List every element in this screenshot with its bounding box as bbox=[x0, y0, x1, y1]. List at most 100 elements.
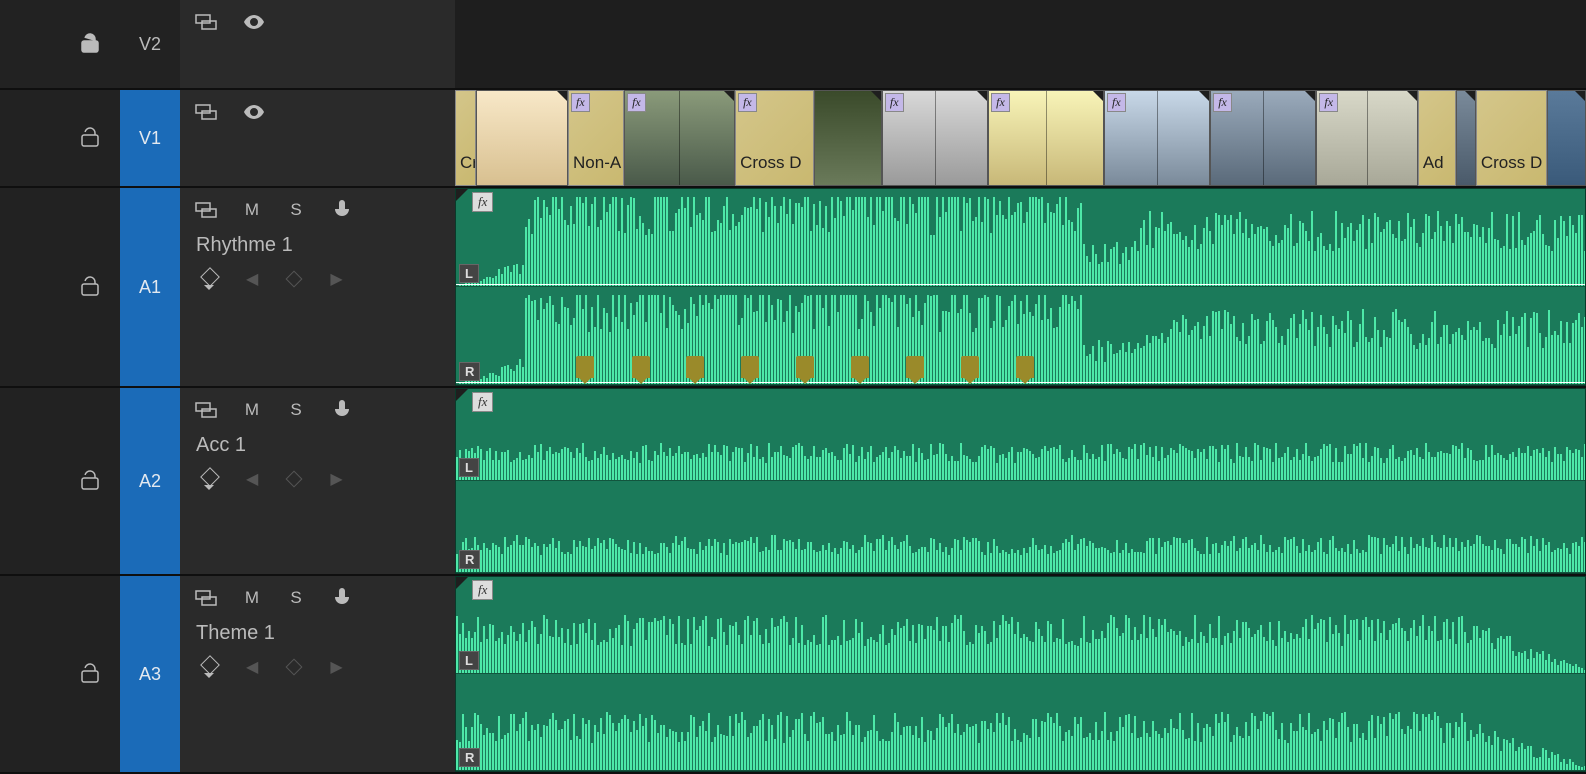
track-name: Acc 1 bbox=[194, 434, 441, 457]
clip-marker[interactable] bbox=[741, 356, 759, 378]
track-row-a2: A2 M S Acc 1 ◀ ▶ bbox=[0, 388, 1586, 576]
transition-clip[interactable]: fx Cross D bbox=[735, 90, 814, 186]
track-controls-v2 bbox=[180, 0, 455, 88]
clip-marker[interactable] bbox=[632, 356, 650, 378]
transition-clip[interactable]: Cross D bbox=[1476, 90, 1547, 186]
video-clip[interactable]: fx bbox=[988, 90, 1104, 186]
fx-badge[interactable]: fx bbox=[472, 392, 493, 412]
add-keyframe-icon[interactable] bbox=[286, 471, 303, 488]
solo-button[interactable]: S bbox=[286, 400, 306, 420]
clip-label: Cross D bbox=[1481, 153, 1542, 173]
track-label: A1 bbox=[139, 277, 161, 298]
track-label: A2 bbox=[139, 471, 161, 492]
fx-badge[interactable]: fx bbox=[738, 93, 757, 112]
lock-icon[interactable] bbox=[78, 662, 102, 686]
mute-button[interactable]: M bbox=[242, 400, 262, 420]
track-controls-a3: M S Theme 1 ◀ ▶ bbox=[180, 576, 455, 772]
next-keyframe-icon[interactable]: ▶ bbox=[330, 469, 342, 489]
sync-lock-icon[interactable] bbox=[194, 586, 218, 610]
lock-column bbox=[0, 90, 120, 186]
fx-badge[interactable]: fx bbox=[627, 93, 646, 112]
fx-badge[interactable]: fx bbox=[1107, 93, 1126, 112]
track-controls-a2: M S Acc 1 ◀ ▶ bbox=[180, 388, 455, 574]
track-content-a2[interactable]: fx L R bbox=[455, 388, 1586, 574]
video-clip[interactable]: fx bbox=[882, 90, 988, 186]
clip-marker[interactable] bbox=[906, 356, 924, 378]
fx-badge[interactable]: fx bbox=[472, 192, 493, 212]
track-content-a1[interactable]: fx L R bbox=[455, 188, 1586, 386]
transition-clip[interactable]: Ad bbox=[1418, 90, 1457, 186]
keyframe-mode-icon[interactable] bbox=[202, 470, 216, 488]
track-content-v1[interactable]: CrofxNon-AfxfxCross DfxfxfxfxfxAdCross D bbox=[455, 90, 1586, 186]
clip-marker[interactable] bbox=[686, 356, 704, 378]
lock-icon[interactable] bbox=[78, 32, 102, 56]
track-source-toggle-a1[interactable]: A1 bbox=[120, 188, 180, 386]
video-clip[interactable] bbox=[1547, 90, 1586, 186]
timeline-panel: V2 V1 bbox=[0, 0, 1586, 774]
clip-marker[interactable] bbox=[796, 356, 814, 378]
track-content-a3[interactable]: fx L R bbox=[455, 576, 1586, 772]
transition-clip[interactable]: Cro bbox=[455, 90, 476, 186]
prev-keyframe-icon[interactable]: ◀ bbox=[246, 469, 258, 489]
sync-lock-icon[interactable] bbox=[194, 398, 218, 422]
eye-icon[interactable] bbox=[242, 100, 266, 124]
video-clip[interactable]: fx bbox=[1210, 90, 1316, 186]
track-source-toggle-a2[interactable]: A2 bbox=[120, 388, 180, 574]
add-keyframe-icon[interactable] bbox=[286, 271, 303, 288]
sync-lock-icon[interactable] bbox=[194, 100, 218, 124]
clip-label: Cross D bbox=[740, 153, 801, 173]
keyframe-controls: ◀ ▶ bbox=[194, 469, 441, 489]
fx-badge[interactable]: fx bbox=[472, 580, 493, 600]
video-clip[interactable]: fx bbox=[1104, 90, 1210, 186]
audio-clip-a3[interactable]: fx L R bbox=[455, 576, 1586, 772]
eye-icon[interactable] bbox=[242, 10, 266, 34]
video-clip[interactable] bbox=[476, 90, 568, 186]
keyframe-mode-icon[interactable] bbox=[202, 270, 216, 288]
audio-channel-right: R bbox=[456, 287, 1585, 385]
track-source-toggle-v2[interactable]: V2 bbox=[120, 0, 180, 88]
keyframe-mode-icon[interactable] bbox=[202, 658, 216, 676]
next-keyframe-icon[interactable]: ▶ bbox=[330, 269, 342, 289]
mic-icon[interactable] bbox=[330, 398, 354, 422]
next-keyframe-icon[interactable]: ▶ bbox=[330, 657, 342, 677]
mic-icon[interactable] bbox=[330, 198, 354, 222]
transition-clip[interactable]: fxNon-A bbox=[568, 90, 624, 186]
audio-channel-left: L bbox=[456, 189, 1585, 287]
fx-badge[interactable]: fx bbox=[991, 93, 1010, 112]
track-source-toggle-v1[interactable]: V1 bbox=[120, 90, 180, 186]
mute-button[interactable]: M bbox=[242, 588, 262, 608]
fx-badge[interactable]: fx bbox=[571, 93, 590, 112]
prev-keyframe-icon[interactable]: ◀ bbox=[246, 269, 258, 289]
sync-lock-icon[interactable] bbox=[194, 10, 218, 34]
track-label: V1 bbox=[139, 128, 161, 149]
video-clip[interactable]: fx bbox=[1316, 90, 1417, 186]
solo-button[interactable]: S bbox=[286, 200, 306, 220]
clip-marker[interactable] bbox=[1016, 356, 1034, 378]
keyframe-controls: ◀ ▶ bbox=[194, 269, 441, 289]
fx-badge[interactable]: fx bbox=[1319, 93, 1338, 112]
video-clip[interactable] bbox=[1456, 90, 1475, 186]
fx-badge[interactable]: fx bbox=[1213, 93, 1232, 112]
lock-icon[interactable] bbox=[78, 275, 102, 299]
solo-button[interactable]: S bbox=[286, 588, 306, 608]
sync-lock-icon[interactable] bbox=[194, 198, 218, 222]
clip-marker[interactable] bbox=[961, 356, 979, 378]
mute-button[interactable]: M bbox=[242, 200, 262, 220]
video-clip[interactable] bbox=[814, 90, 882, 186]
track-header-a3: A3 M S Theme 1 ◀ ▶ bbox=[0, 576, 455, 772]
lock-icon[interactable] bbox=[78, 126, 102, 150]
audio-clip-a1[interactable]: fx L R bbox=[455, 188, 1586, 386]
track-label: V2 bbox=[139, 34, 161, 55]
track-content-v2[interactable] bbox=[455, 0, 1586, 88]
fx-badge[interactable]: fx bbox=[885, 93, 904, 112]
clip-marker[interactable] bbox=[851, 356, 869, 378]
video-clip[interactable]: fx bbox=[624, 90, 735, 186]
audio-clip-a2[interactable]: fx L R bbox=[455, 388, 1586, 574]
lock-icon[interactable] bbox=[78, 469, 102, 493]
prev-keyframe-icon[interactable]: ◀ bbox=[246, 657, 258, 677]
mic-icon[interactable] bbox=[330, 586, 354, 610]
clip-marker[interactable] bbox=[576, 356, 594, 378]
lock-column bbox=[0, 576, 120, 772]
track-source-toggle-a3[interactable]: A3 bbox=[120, 576, 180, 772]
add-keyframe-icon[interactable] bbox=[286, 659, 303, 676]
